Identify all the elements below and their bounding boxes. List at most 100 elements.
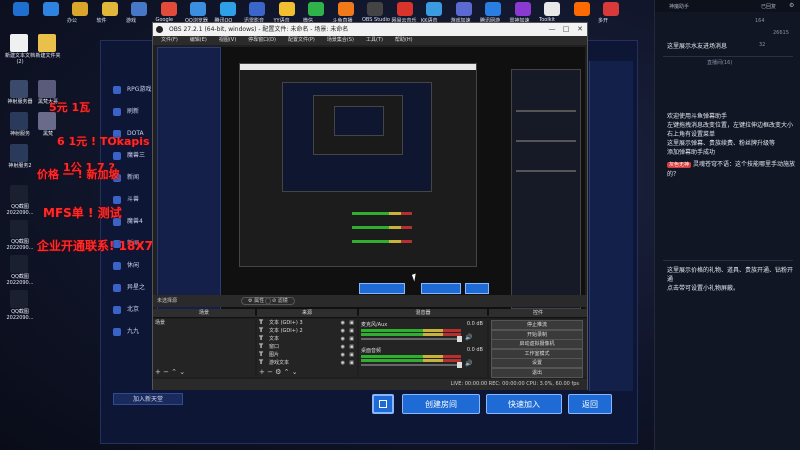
scene-item[interactable]: 场景 [153, 319, 255, 327]
desktop-file-icon[interactable] [10, 185, 28, 203]
source-controls: + − ⚙ ⌃ ⌄ [259, 368, 298, 376]
nested-obs-preview-2 [282, 82, 432, 192]
obs-menu-item[interactable]: 帮助(H) [395, 36, 413, 45]
taskbar-app-icon[interactable] [72, 2, 88, 16]
desktop-file-icon[interactable] [10, 112, 28, 130]
taskbar-app-icon[interactable] [455, 2, 472, 16]
game-icon [113, 328, 121, 336]
source-item[interactable]: T 文本 (GDI+) 3 ◉ ▣ [257, 319, 357, 327]
maximize-button[interactable]: □ [559, 23, 573, 36]
source-item[interactable]: T 文本 ◉ ▣ [257, 335, 357, 343]
taskbar-app-icon[interactable] [101, 2, 118, 16]
lobby-room-icon[interactable] [372, 394, 394, 414]
taskbar-app-icon[interactable] [278, 2, 295, 16]
taskbar-app-label: 软件 [96, 18, 107, 24]
visibility-eye-icon[interactable]: ◉ [341, 359, 345, 367]
taskbar-app-icon[interactable] [396, 2, 413, 16]
lobby-game-label: RPG游戏 [127, 86, 152, 93]
taskbar-app-icon[interactable] [573, 2, 590, 16]
lock-icon[interactable]: ▣ [349, 319, 354, 327]
filters-button[interactable]: ⊘ 滤镜 [265, 297, 295, 305]
lock-icon[interactable]: ▣ [349, 327, 354, 335]
obs-menu-item[interactable]: 停靠窗口(D) [248, 36, 276, 45]
obs-menu-item[interactable]: 工具(T) [366, 36, 383, 45]
visibility-eye-icon[interactable]: ◉ [341, 327, 345, 335]
desktop-file-icon[interactable] [10, 144, 28, 162]
desktop-file-icon[interactable] [10, 34, 28, 52]
text-source-icon: T [259, 359, 264, 366]
control-button[interactable]: 工作室模式 [491, 348, 583, 359]
minimize-button[interactable]: — [545, 23, 559, 36]
taskbar-app-icon[interactable] [131, 2, 147, 16]
volume-slider[interactable] [361, 336, 462, 342]
source-item[interactable]: T 窗口 ◉ ▣ [257, 343, 357, 351]
taskbar-app-icon[interactable] [190, 2, 206, 16]
close-button[interactable]: ✕ [573, 23, 587, 36]
source-label: 文本 (GDI+) 2 [269, 328, 303, 334]
taskbar-app-icon[interactable] [160, 2, 177, 16]
control-button[interactable]: 启动虚拟摄像机 [491, 339, 583, 349]
taskbar-app-icon[interactable] [544, 2, 560, 16]
speaker-icon[interactable]: 🔊 [465, 334, 472, 341]
taskbar-app-icon[interactable] [337, 2, 354, 16]
desktop-file-icon[interactable] [10, 255, 28, 273]
volume-slider[interactable] [361, 362, 462, 368]
desktop-file-icon[interactable] [38, 80, 56, 98]
mixer-panel-header: 混音器 [359, 309, 487, 318]
text-source-icon: T [259, 343, 264, 350]
lock-icon[interactable]: ▣ [349, 335, 354, 343]
mixer-channel: 桌面音频 0.0 dB 🔊 [361, 347, 483, 369]
taskbar-app-icon[interactable] [485, 2, 501, 16]
control-button[interactable]: 退出 [491, 367, 583, 378]
control-button[interactable]: 设置 [491, 358, 583, 368]
visibility-eye-icon[interactable]: ◉ [341, 351, 345, 359]
control-button[interactable]: 停止推流 [491, 320, 583, 330]
desktop: { "taskbar": { "icons": [ {"label": "", … [0, 0, 800, 450]
taskbar-app-icon[interactable] [308, 2, 324, 16]
taskbar-app-icon[interactable] [603, 2, 619, 16]
obs-menu-item[interactable]: 场景集合(S) [327, 36, 354, 45]
game-icon [113, 108, 121, 116]
desktop-file-icon[interactable] [10, 290, 28, 308]
lobby-add-friend-button[interactable]: 加入新天堂 [113, 393, 183, 405]
chat-header-status: 已回复 [761, 4, 777, 10]
taskbar-app-icon[interactable] [367, 2, 383, 16]
lock-icon[interactable]: ▣ [349, 359, 354, 367]
obs-menu-item[interactable]: 编辑(E) [190, 36, 207, 45]
control-button[interactable]: 开始录制 [491, 329, 583, 340]
create-room-button[interactable]: 创建房间 [402, 394, 480, 414]
taskbar-app-icon[interactable] [13, 2, 29, 16]
speaker-icon[interactable]: 🔊 [465, 360, 472, 367]
taskbar-app-icon[interactable] [426, 2, 442, 16]
obs-menu-item[interactable]: 文件(F) [161, 36, 178, 45]
quick-join-button[interactable]: 快速加入 [486, 394, 562, 414]
nested-chat-preview [511, 69, 581, 309]
mixer-channel-name: 麦克风/Aux [361, 322, 388, 328]
desktop-file-icon[interactable] [10, 80, 28, 98]
obs-menu-item[interactable]: 配置文件(P) [288, 36, 315, 45]
settings-icon[interactable]: ⚙ [789, 2, 794, 9]
taskbar-app-icon[interactable] [42, 2, 59, 16]
visibility-eye-icon[interactable]: ◉ [341, 343, 345, 351]
taskbar-app-icon[interactable] [219, 2, 236, 16]
visibility-eye-icon[interactable]: ◉ [341, 335, 345, 343]
visibility-eye-icon[interactable]: ◉ [341, 319, 345, 327]
taskbar-app-icon[interactable] [249, 2, 265, 16]
lobby-game-label: 魔兽4 [127, 218, 143, 225]
text-source-icon: T [259, 351, 264, 358]
desktop-file-icon[interactable] [38, 34, 56, 52]
desktop-file-icon[interactable] [10, 220, 28, 238]
back-button[interactable]: 返回 [568, 394, 612, 414]
obs-no-source-bar: 未选择源 ⚙ 属性 ⊘ 滤镜 [153, 295, 587, 307]
source-item[interactable]: T 图片 ◉ ▣ [257, 351, 357, 359]
lock-icon[interactable]: ▣ [349, 343, 354, 351]
taskbar-app-icon[interactable] [514, 2, 531, 16]
obs-window[interactable]: OBS 27.2.1 (64-bit, windows) - 配置文件: 未命名… [152, 22, 588, 390]
mixer-panel: 麦克风/Aux 0.0 dB 🔊 桌面音频 0.0 dB 🔊 [359, 319, 487, 377]
source-item[interactable]: T 文本 (GDI+) 2 ◉ ▣ [257, 327, 357, 335]
obs-titlebar[interactable]: OBS 27.2.1 (64-bit, windows) - 配置文件: 未命名… [153, 23, 587, 36]
lock-icon[interactable]: ▣ [349, 351, 354, 359]
overlay-line: 5元 1瓦 [49, 101, 91, 114]
obs-menu-item[interactable]: 视图(V) [219, 36, 236, 45]
source-item[interactable]: T 游戏文本 ◉ ▣ [257, 359, 357, 367]
